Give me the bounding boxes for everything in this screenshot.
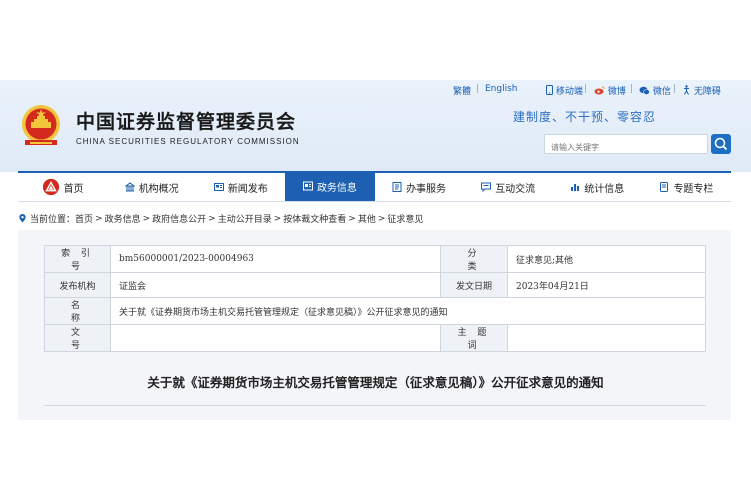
publisher-value: 证监会 [110,272,441,298]
weibo-icon [594,86,605,95]
breadcrumb-separator: > [273,213,282,224]
category-value: 征求意见;其他 [507,245,706,273]
index-number-label: 索 引 号 [44,245,111,273]
weibo-link[interactable]: 微博 [594,84,626,97]
accessibility-icon [684,85,689,95]
location-pin-icon [19,214,26,223]
name-label: 名 称 [44,297,111,325]
breadcrumb-separator: > [142,213,151,224]
category-label: 分 类 [440,245,508,273]
nav-item-statistics[interactable]: 统计信息 [553,173,642,201]
meta-row: 名 称 关于就《证券期货市场主机交易托管管理规定（征求意见稿）》公开征求意见的通… [44,297,706,325]
nav-label: 统计信息 [584,183,625,195]
breadcrumb: 当前位置： 首页 > 政务信息 > 政府信息公开 > 主动公开目录 > 按体裁文… [18,212,423,225]
building-icon [124,182,135,192]
breadcrumb-item[interactable]: 首页 [75,212,93,225]
name-value: 关于就《证券期货市场主机交易托管管理规定（征求意见稿）》公开征求意见的通知 [110,297,706,325]
document-number-label: 文 号 [44,324,111,352]
breadcrumb-separator: > [95,213,103,224]
gov-info-icon [302,181,313,191]
search-button[interactable] [711,134,731,154]
nav-label: 办事服务 [406,183,447,195]
wechat-label: 微信 [652,87,671,97]
breadcrumb-item[interactable]: 按体裁文种查看 [283,212,346,225]
nav-item-topics[interactable]: 专题专栏 [642,173,731,201]
document-meta-table: 索 引 号 bm56000001/2023-00004963 分 类 征求意见;… [44,245,706,352]
top-link-separator: | [673,84,677,94]
breadcrumb-item[interactable]: 其他 [358,212,376,225]
nav-item-services[interactable]: 办事服务 [375,173,464,201]
top-link-separator: | [584,84,588,94]
meta-row: 文 号 主 题 词 [44,324,706,352]
mobile-label: 移动端 [555,87,583,97]
search-icon [714,137,728,151]
top-link-separator: | [476,84,480,94]
nav-item-home[interactable]: 首页 [18,173,107,201]
nav-label: 政务信息 [316,182,357,194]
service-icon [392,182,402,192]
page: 中国证券监督管理委员会 CHINA SECURITIES REGULATORY … [0,0,751,500]
search-box [544,134,708,157]
wechat-icon [639,86,650,95]
issue-date-value: 2023年04月21日 [507,272,706,298]
nav-item-gov-info[interactable]: 政务信息 [285,171,375,201]
english-link[interactable]: English [485,84,518,94]
document-title: 关于就《证券期货市场主机交易托管管理规定（征求意见稿）》公开征求意见的通知 [147,375,604,390]
national-emblem-logo[interactable] [18,103,64,149]
slogan: 建制度、不干预、零容忍 [513,110,657,124]
mobile-link[interactable]: 移动端 [546,84,583,97]
breadcrumb-separator: > [348,213,356,224]
home-icon [42,178,59,196]
nav-item-organization[interactable]: 机构概况 [107,173,196,201]
breadcrumb-separator: > [208,213,216,224]
site-title[interactable]: 中国证券监督管理委员会 [76,107,296,134]
nav-item-news[interactable]: 新闻发布 [196,173,285,201]
divider [44,405,706,406]
site-title-english: CHINA SECURITIES REGULATORY COMMISSION [76,137,300,146]
news-icon [213,183,224,191]
breadcrumb-item[interactable]: 主动公开目录 [218,212,272,225]
chat-icon [481,182,492,192]
nav-label: 首页 [63,183,84,195]
nav-label: 新闻发布 [227,183,268,195]
nav-label: 专题专栏 [673,183,714,195]
mobile-icon [546,85,553,95]
breadcrumb-separator: > [377,213,386,224]
search-input[interactable] [545,138,707,157]
publisher-label: 发布机构 [44,272,111,298]
breadcrumb-item[interactable]: 政务信息 [105,212,141,225]
document-number-value [110,324,441,352]
top-link-separator: | [630,84,634,94]
breadcrumb-prefix: 当前位置： [30,215,76,225]
wechat-link[interactable]: 微信 [639,84,671,97]
accessibility-label: 无障碍 [693,87,721,97]
nav-label: 机构概况 [138,183,179,195]
nav-item-interaction[interactable]: 互动交流 [464,173,553,201]
site-header: 中国证券监督管理委员会 CHINA SECURITIES REGULATORY … [0,80,751,172]
main-nav: 首页 机构概况 新闻发布 政务信息 办事服务 互动交流 统计信息 专题专栏 [18,171,731,202]
traditional-chinese-link[interactable]: 繁體 [453,84,471,97]
meta-row: 发布机构 证监会 发文日期 2023年04月21日 [44,272,706,298]
keywords-label: 主 题 词 [440,324,508,352]
meta-row: 索 引 号 bm56000001/2023-00004963 分 类 征求意见;… [44,245,706,273]
issue-date-label: 发文日期 [440,272,508,298]
breadcrumb-item[interactable]: 征求意见 [387,212,423,225]
accessibility-link[interactable]: 无障碍 [682,84,721,97]
index-number-value: bm56000001/2023-00004963 [110,245,441,273]
stats-icon [571,184,580,191]
nav-label: 互动交流 [495,183,536,195]
keywords-value [507,324,706,352]
weibo-label: 微博 [607,87,626,97]
breadcrumb-item[interactable]: 政府信息公开 [152,212,206,225]
topic-icon [660,182,669,192]
